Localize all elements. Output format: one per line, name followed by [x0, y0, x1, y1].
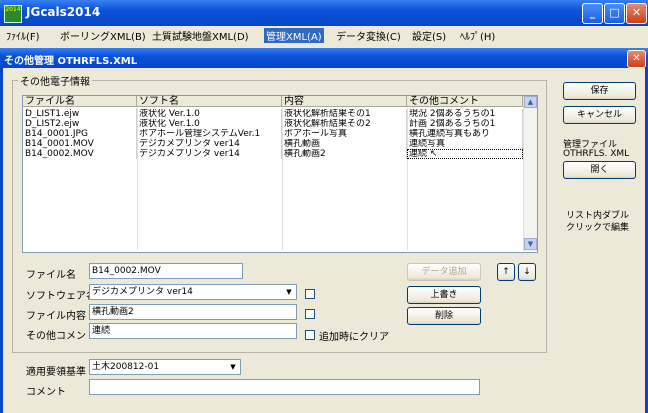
software-combo-value: デジカメプリンタ ver14 — [92, 287, 193, 297]
cell-content: 液状化解析結果その2 — [282, 119, 407, 129]
bottom-comment-label: コメント — [26, 387, 66, 398]
cell-comment: 横孔連続写真もあり — [407, 129, 523, 139]
cell-software: デジカメプリンタ ver14 — [137, 149, 282, 159]
close-child-button[interactable]: ✕ — [627, 50, 646, 68]
list-header: ファイル名 ソフト名 内容 その他コメント — [23, 96, 523, 108]
add-data-button[interactable]: データ追加 — [407, 263, 481, 281]
column-header-software[interactable]: ソフト名 — [137, 96, 282, 107]
menu-soil-test-xml[interactable]: 土質試験地盤XML(D) — [152, 28, 249, 43]
cell-filename: B14_0001.MOV — [23, 139, 137, 149]
chevron-down-icon[interactable]: ▼ — [227, 361, 239, 373]
cell-filename: B14_0002.MOV — [23, 149, 137, 159]
cell-software: ボアホール管理システムVer.1 — [137, 129, 282, 139]
cell-content: 横孔動画 — [282, 139, 407, 149]
menu-file[interactable]: ﾌｧｲﾙ(F) — [6, 28, 40, 43]
table-row[interactable]: B14_0002.MOV デジカメプリンタ ver14 横孔動画2 連続 ↖ — [23, 149, 523, 159]
menu-data-convert[interactable]: データ変換(C) — [336, 28, 401, 43]
menu-help[interactable]: ﾍﾙﾌﾟ(H) — [460, 28, 495, 43]
move-down-button[interactable]: ↓ — [518, 263, 536, 281]
clear-on-add-checkbox[interactable] — [305, 330, 315, 340]
standard-label: 適用要領基準 — [26, 367, 86, 378]
software-combo[interactable]: デジカメプリンタ ver14 ▼ — [89, 284, 297, 300]
cell-content: 液状化解析結果その1 — [282, 109, 407, 119]
menu-settings[interactable]: 設定(S) — [412, 28, 446, 43]
clear-on-add-label: 追加時にクリア — [319, 332, 389, 343]
content-input[interactable]: 横孔動画2 — [89, 304, 297, 320]
cell-filename: D_LIST1.ejw — [23, 109, 137, 119]
overwrite-button[interactable]: 上書き — [407, 286, 481, 304]
filename-input[interactable]: B14_0002.MOV — [89, 263, 243, 279]
cancel-button[interactable]: キャンセル — [563, 106, 636, 124]
table-row[interactable]: D_LIST1.ejw 液状化 Ver.1.0 液状化解析結果その1 現況 2個… — [23, 109, 523, 119]
double-click-hint-line2: クリックで編集 — [566, 223, 630, 233]
cell-software: 液状化 Ver.1.0 — [137, 119, 282, 129]
software-checkbox[interactable] — [305, 289, 315, 299]
scroll-up-button[interactable]: ▲ — [524, 96, 537, 108]
cell-software: 液状化 Ver.1.0 — [137, 109, 282, 119]
maximize-button[interactable]: □ — [604, 3, 625, 24]
child-window-title: その他管理 OTHRFLS.XML — [4, 56, 138, 67]
content-checkbox[interactable] — [305, 309, 315, 319]
cell-comment: 連続 ↖ — [407, 149, 523, 159]
save-button[interactable]: 保存 — [563, 82, 636, 100]
standard-combo-value: 土木200812-01 — [92, 362, 160, 372]
software-label: ソフトウェア名 — [26, 291, 96, 302]
cell-filename: D_LIST2.ejw — [23, 119, 137, 129]
table-row[interactable]: B14_0001.JPG ボアホール管理システムVer.1 ボアホール写真 横孔… — [23, 129, 523, 139]
app-title: JGcals2014 — [26, 5, 101, 19]
chevron-down-icon[interactable]: ▼ — [283, 286, 295, 298]
column-header-filename[interactable]: ファイル名 — [23, 96, 137, 107]
cell-software: デジカメプリンタ ver14 — [137, 139, 282, 149]
bottom-comment-input[interactable] — [89, 379, 480, 395]
close-app-button[interactable]: ✕ — [626, 3, 647, 24]
management-file-name: OTHRFLS. XML — [563, 149, 630, 159]
cell-comment: 現況 2個あるうちの1 — [407, 109, 523, 119]
cell-filename: B14_0001.JPG — [23, 129, 137, 139]
standard-combo[interactable]: 土木200812-01 ▼ — [89, 359, 241, 375]
group-title: その他電子情報 — [18, 73, 92, 88]
menu-management-xml[interactable]: 管理XML(A) — [264, 28, 324, 43]
delete-button[interactable]: 削除 — [407, 307, 481, 325]
open-button[interactable]: 開く — [563, 161, 636, 179]
comment-label: その他コメント — [26, 331, 96, 342]
child-window-title-bar[interactable]: その他管理 OTHRFLS.XML — [0, 48, 648, 68]
comment-input[interactable]: 連続 — [89, 323, 297, 339]
menu-bar: ﾌｧｲﾙ(F) ボーリングXML(B) 土質試験地盤XML(D) 管理XML(A… — [0, 26, 560, 44]
table-row[interactable]: D_LIST2.ejw 液状化 Ver.1.0 液状化解析結果その2 計画 2個… — [23, 119, 523, 129]
column-header-content[interactable]: 内容 — [282, 96, 407, 107]
filename-label: ファイル名 — [26, 270, 76, 281]
list-scrollbar[interactable]: ▲ ▼ — [523, 96, 537, 251]
minimize-button[interactable]: _ — [582, 3, 603, 24]
cell-comment: 計画 2個あるうちの1 — [407, 119, 523, 129]
column-header-comment[interactable]: その他コメント — [407, 96, 523, 107]
app-logo-icon: 2014 — [4, 5, 22, 23]
cell-content: ボアホール写真 — [282, 129, 407, 139]
cell-comment: 連続写真 — [407, 139, 523, 149]
move-up-button[interactable]: ↑ — [497, 263, 515, 281]
scroll-down-button[interactable]: ▼ — [524, 238, 537, 250]
content-label: ファイル内容 — [26, 311, 86, 322]
file-list[interactable]: ファイル名 ソフト名 内容 その他コメント D_LIST1.ejw 液状化 Ve… — [22, 95, 538, 253]
table-row[interactable]: B14_0001.MOV デジカメプリンタ ver14 横孔動画 連続写真 — [23, 139, 523, 149]
cell-content: 横孔動画2 — [282, 149, 407, 159]
menu-boring-xml[interactable]: ボーリングXML(B) — [60, 28, 146, 43]
app-title-bar[interactable]: 2014 JGcals2014 _ □ ✕ — [0, 0, 648, 26]
